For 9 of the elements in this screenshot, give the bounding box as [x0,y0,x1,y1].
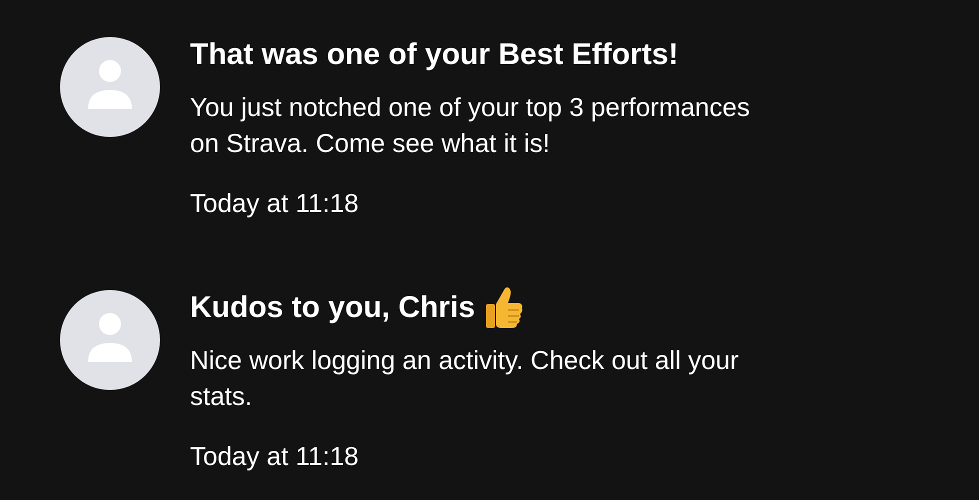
notification-time: Today at 11:18 [190,440,359,473]
avatar-icon [60,290,160,390]
notification-time: Today at 11:18 [190,187,359,220]
avatar-icon [60,37,160,137]
thumbs-up-icon [483,286,525,330]
notification-title: That was one of your Best Efforts! [190,38,678,72]
notification-body: Nice work logging an activity. Check out all your stats. [190,344,740,413]
notification-title: Kudos to you, Chris [190,291,475,325]
notification-body: You just notched one of your top 3 performances on Strava. Come see what it is! [190,91,751,160]
